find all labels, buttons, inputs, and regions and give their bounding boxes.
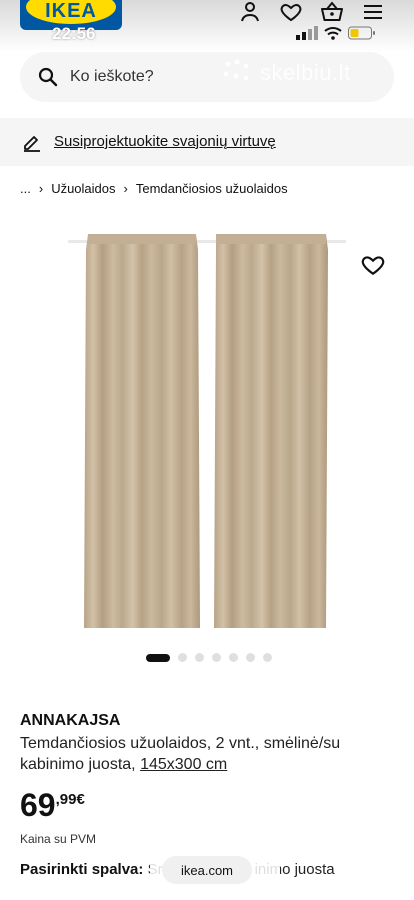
promo-link[interactable]: Susiprojektuokite svajonių virtuvę [54, 133, 276, 150]
carousel-dot[interactable] [178, 653, 187, 662]
user-icon[interactable] [238, 0, 262, 24]
watermark-logo-icon [223, 59, 249, 81]
chevron-right-icon: › [38, 181, 44, 196]
carousel-dot[interactable] [263, 653, 272, 662]
chevron-right-icon: › [123, 181, 128, 196]
pencil-icon [24, 136, 40, 152]
promo-banner[interactable]: Susiprojektuokite svajonių virtuvę [0, 118, 414, 166]
product-price: 69 ,99€ [20, 788, 85, 822]
product-image[interactable] [0, 220, 414, 640]
carousel-dot[interactable] [212, 653, 221, 662]
breadcrumb: ... › Užuolaidos › Temdančiosios užuolai… [20, 181, 288, 196]
carousel-dot[interactable] [195, 653, 204, 662]
product-size-link[interactable]: 145x300 cm [140, 756, 227, 773]
breadcrumb-item-blackout-curtains[interactable]: Temdančiosios užuolaidos [136, 181, 288, 196]
search-placeholder: Ko ieškote? [70, 68, 154, 85]
browser-domain: ikea.com [180, 862, 234, 878]
app-header: IKEA 22:56 Ko ieškote? skelbiu.lt [0, 0, 414, 108]
vat-note: Kaina su PVM [20, 832, 97, 846]
product-name: ANNAKAJSA [20, 712, 121, 729]
carousel-dot[interactable] [246, 653, 255, 662]
logo-text: IKEA [45, 0, 97, 22]
battery-icon [348, 26, 375, 40]
menu-icon[interactable] [361, 0, 385, 24]
signal-icon [296, 26, 318, 40]
heart-icon[interactable] [279, 0, 303, 24]
color-label: Pasirinkti spalva: [20, 861, 144, 878]
breadcrumb-item-curtains[interactable]: Užuolaidos [51, 181, 115, 196]
watermark-text: skelbiu.lt [260, 60, 351, 85]
search-icon [38, 67, 58, 87]
logo-oval: IKEA [26, 0, 116, 24]
price-decimals: ,99€ [55, 791, 85, 808]
browser-address-bar[interactable]: ikea.com [162, 856, 252, 884]
carousel-dot[interactable] [229, 653, 238, 662]
price-integer: 69 [20, 787, 56, 823]
breadcrumb-item-more[interactable]: ... [20, 181, 31, 196]
carousel-indicator [146, 653, 272, 662]
carousel-dot-active[interactable] [146, 653, 170, 662]
shopping-basket-icon[interactable] [320, 0, 344, 24]
wifi-icon [324, 27, 342, 40]
status-time: 22:56 [52, 24, 96, 43]
curtain-panel-left [84, 234, 200, 628]
product-description: Temdančiosios užuolaidos, 2 vnt., smėlin… [20, 733, 390, 775]
add-to-favourites-icon[interactable] [360, 252, 386, 278]
curtain-panel-right [214, 234, 328, 628]
